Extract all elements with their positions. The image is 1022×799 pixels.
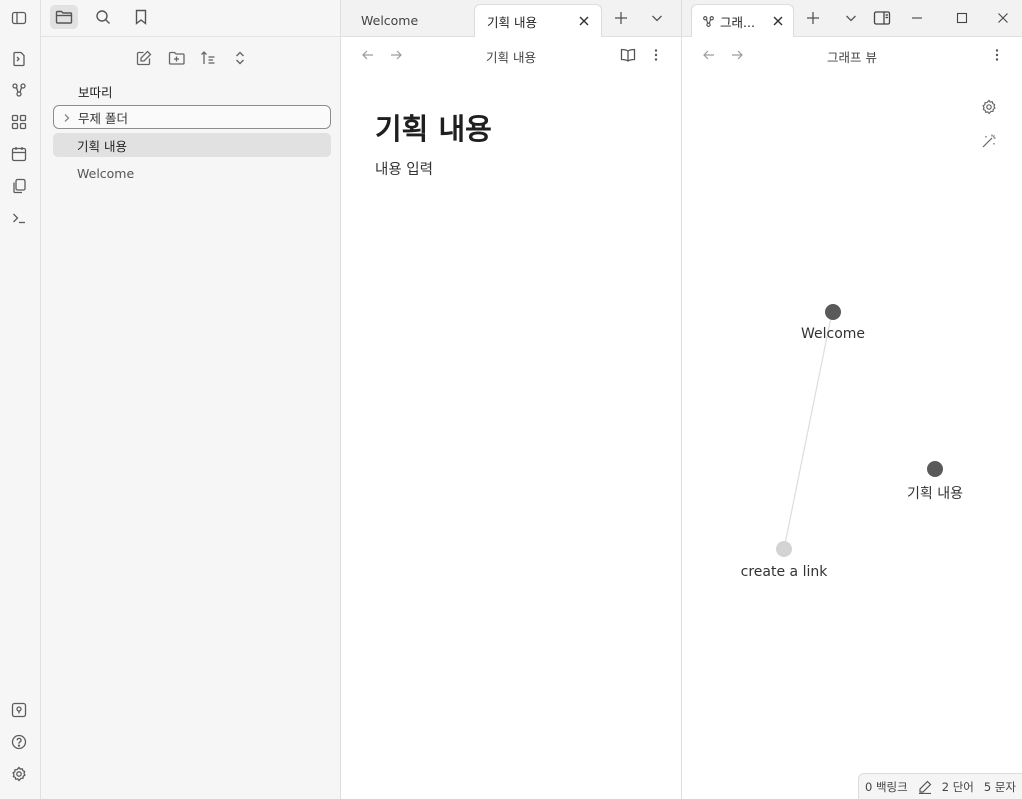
tree-item-label: Welcome [77, 165, 135, 181]
templates-icon[interactable] [8, 175, 30, 197]
tree-folder[interactable]: 무제 폴더 [53, 105, 331, 129]
tree-item-label: 무제 폴더 [78, 110, 128, 126]
search-tab-icon[interactable] [89, 5, 117, 29]
tab-label: Welcome [361, 13, 419, 28]
tab-label: 기획 내용 [487, 14, 537, 30]
vault-name[interactable]: 보따리 [78, 82, 113, 101]
help-icon[interactable] [8, 731, 30, 753]
ribbon [0, 0, 41, 799]
word-count: 2 단어 [941, 779, 974, 794]
sidebar-tabs [41, 0, 341, 37]
settings-icon[interactable] [8, 763, 30, 785]
file-nav-actions [41, 46, 341, 72]
graph-node-label: create a link [740, 564, 828, 580]
graph-node-welcome[interactable] [825, 304, 841, 320]
graph-node-unresolved[interactable] [776, 541, 792, 557]
tab-active-note[interactable]: 기획 내용 [474, 4, 602, 37]
status-bar: 0 백링크 2 단어 5 문자 [858, 773, 1022, 799]
reading-view-icon[interactable] [619, 46, 637, 64]
editor-tab-bar: Welcome 기획 내용 [341, 0, 681, 37]
quick-switcher-icon[interactable] [8, 48, 30, 70]
graph-node-label: Welcome [800, 326, 866, 342]
char-count: 5 문자 [983, 779, 1016, 794]
canvas-icon[interactable] [8, 111, 30, 133]
toggle-sidebar-icon[interactable] [8, 7, 30, 29]
new-folder-icon[interactable] [164, 46, 188, 70]
command-palette-icon[interactable] [8, 207, 30, 229]
new-tab-icon[interactable] [611, 8, 631, 28]
file-explorer-sidebar: 보따리 무제 폴더 기획 내용 Welcome [41, 0, 341, 799]
new-note-icon[interactable] [132, 46, 156, 70]
graph-pane: 그래... 그래프 뷰 Welcome 기획 내용 create a link … [682, 0, 1022, 799]
bookmarks-tab-icon[interactable] [127, 5, 155, 29]
document-title[interactable]: 기획 내용 [375, 106, 492, 148]
tab-welcome[interactable]: Welcome [349, 4, 473, 37]
graph-node-note[interactable] [927, 461, 943, 477]
close-tab-icon[interactable] [577, 14, 591, 28]
vault-switch-icon[interactable] [8, 699, 30, 721]
graph-canvas[interactable] [682, 0, 1022, 799]
document-body[interactable]: 내용 입력 [375, 158, 433, 179]
graph-node-label: 기획 내용 [907, 486, 963, 502]
collapse-all-icon[interactable] [228, 46, 252, 70]
tab-list-chevron-icon[interactable] [647, 8, 667, 28]
tree-file-active[interactable]: 기획 내용 [53, 133, 331, 157]
tree-file[interactable]: Welcome [53, 161, 331, 185]
backlinks-count[interactable]: 0 백링크 [865, 779, 908, 795]
sort-order-icon[interactable] [196, 46, 220, 70]
app-window: 보따리 무제 폴더 기획 내용 Welcome Welcome 기획 내용 기획… [0, 0, 1022, 799]
edit-mode-pencil-icon[interactable] [918, 780, 932, 794]
more-options-icon[interactable] [647, 46, 665, 64]
graph-edge [783, 311, 833, 550]
editor-view-header: 기획 내용 [341, 38, 681, 72]
editor-pane: Welcome 기획 내용 기획 내용 기획 내용 내용 입력 [341, 0, 682, 799]
tree-item-label: 기획 내용 [77, 138, 127, 154]
daily-note-icon[interactable] [8, 143, 30, 165]
files-tab-icon[interactable] [50, 5, 78, 29]
graph-view-icon[interactable] [8, 79, 30, 101]
chevron-right-icon [62, 112, 72, 124]
